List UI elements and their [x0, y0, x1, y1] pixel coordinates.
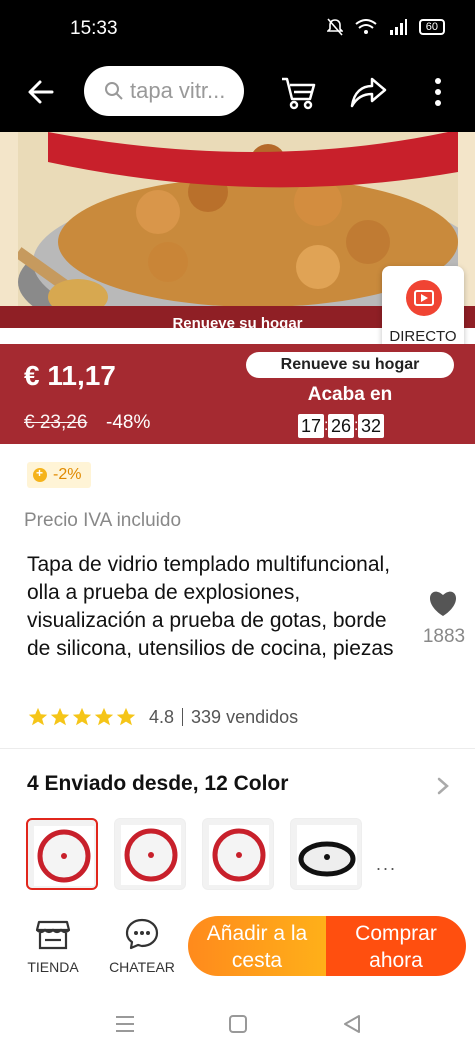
more-vertical-icon	[435, 78, 441, 106]
status-bar: 15:33 60	[0, 0, 475, 60]
search-icon	[105, 82, 123, 100]
current-price: € 11,17	[24, 360, 116, 391]
star-icon	[94, 707, 114, 726]
rating-value: 4.8	[149, 706, 175, 727]
store-label: TIENDA	[27, 959, 79, 975]
mute-bell-icon	[326, 18, 343, 36]
countdown-timer: 17 : 26 : 32	[298, 414, 384, 438]
buy-now-button[interactable]: Comprar ahora	[326, 916, 466, 976]
more-options-button[interactable]	[428, 74, 448, 110]
vat-note: Precio IVA incluido	[24, 510, 182, 531]
countdown-seconds: 32	[358, 414, 384, 438]
chat-icon	[125, 918, 159, 950]
share-icon	[350, 77, 387, 108]
live-icon	[406, 280, 442, 316]
chevron-right-icon[interactable]	[436, 776, 450, 796]
share-button[interactable]	[348, 72, 388, 112]
star-icon	[72, 707, 92, 726]
store-button[interactable]: TIENDA	[20, 918, 86, 978]
store-icon	[35, 920, 71, 950]
variant-thumb[interactable]	[26, 818, 98, 890]
system-nav-bar	[0, 996, 475, 1056]
variant-thumbnails	[26, 818, 362, 890]
countdown-minutes: 26	[328, 414, 354, 438]
variant-header[interactable]: 4 Enviado desde, 12 Color	[27, 772, 288, 796]
more-variants[interactable]: ...	[376, 854, 397, 875]
discount-badge: -48%	[106, 412, 151, 433]
star-icon	[116, 707, 136, 726]
cart-icon	[282, 77, 316, 110]
chat-label: CHATEAR	[109, 959, 175, 975]
price-banner: € 11,17 € 23,26 -48% Renueve su hogar Ac…	[0, 344, 475, 444]
coupon-value: -2%	[53, 466, 82, 483]
rating-separator	[182, 708, 184, 726]
rating-row[interactable]: 4.8 339 vendidos	[27, 706, 298, 728]
search-placeholder: tapa vitr...	[130, 78, 226, 103]
countdown-hours: 17	[298, 414, 324, 438]
red-lid-thumbnail	[121, 825, 181, 885]
add-to-cart-button[interactable]: Añadir a la cesta	[188, 916, 326, 976]
signal-icon	[389, 19, 407, 35]
search-input[interactable]: tapa vitr...	[84, 66, 244, 116]
coupon-badge[interactable]: -2%	[27, 462, 92, 488]
star-icon	[28, 707, 48, 726]
cart-button[interactable]	[278, 72, 318, 112]
red-lid-thumbnail	[34, 826, 94, 886]
coupon-icon	[33, 466, 47, 482]
home-icon[interactable]	[228, 1014, 248, 1034]
favorites-count: 1883	[422, 626, 466, 647]
recent-apps-icon[interactable]	[114, 1014, 136, 1034]
nav-back-icon[interactable]	[342, 1014, 362, 1034]
back-button[interactable]	[24, 74, 60, 110]
star-icon	[50, 707, 70, 726]
back-arrow-icon	[28, 80, 54, 104]
variant-thumb[interactable]	[114, 818, 186, 890]
sold-count: 339 vendidos	[191, 706, 299, 727]
variant-thumb[interactable]	[202, 818, 274, 890]
wifi-icon	[355, 19, 377, 34]
live-button[interactable]: DIRECTO	[382, 266, 464, 354]
red-lid-thumbnail	[209, 825, 269, 885]
live-label: DIRECTO	[389, 328, 457, 345]
section-divider	[0, 748, 475, 749]
original-price: € 23,26	[24, 412, 88, 433]
black-lid-thumbnail	[297, 825, 357, 885]
battery-indicator: 60	[418, 19, 445, 35]
status-time: 15:33	[70, 18, 118, 39]
app-bar: tapa vitr...	[0, 60, 475, 132]
favorite-button[interactable]	[420, 588, 466, 623]
status-icons: 60	[326, 18, 445, 36]
variant-thumb[interactable]	[290, 818, 362, 890]
ends-label: Acaba en	[307, 384, 393, 405]
chat-button[interactable]: CHATEAR	[104, 918, 180, 978]
heart-icon	[429, 591, 457, 616]
promo-pill: Renueve su hogar	[246, 352, 454, 378]
product-title: Tapa de vidrio templado multifuncional, …	[27, 553, 394, 660]
